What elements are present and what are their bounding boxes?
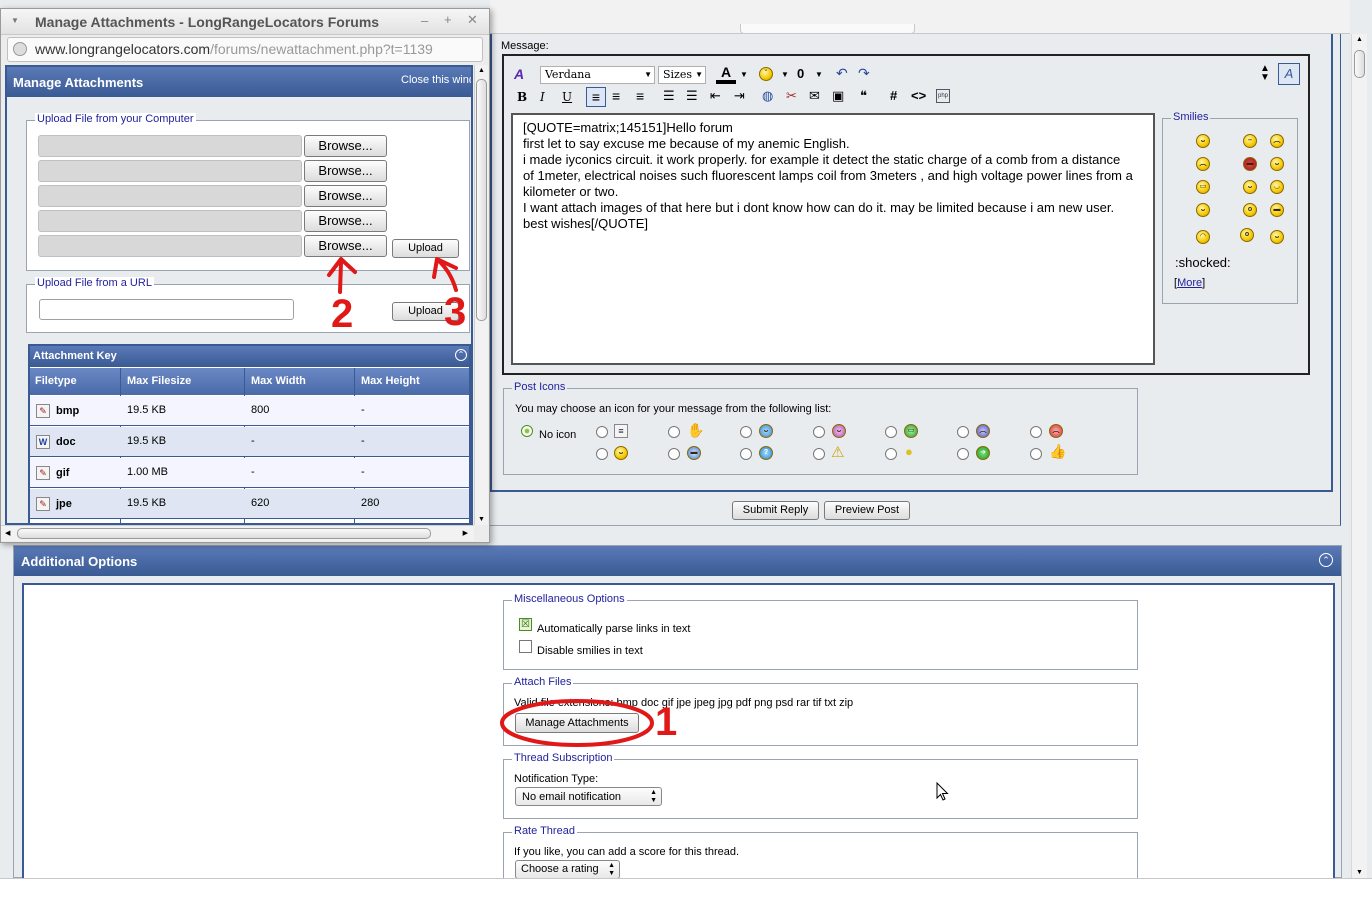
annotation-arrow-3 (432, 257, 458, 292)
annotation-label-1: 1 (655, 700, 678, 744)
annotation-label-2: 2 (331, 292, 354, 336)
annotation-label-3: 3 (444, 290, 467, 334)
annotation-circle-1 (500, 699, 654, 747)
annotation-arrow-2 (327, 257, 357, 294)
annotation-overlay (327, 257, 654, 747)
